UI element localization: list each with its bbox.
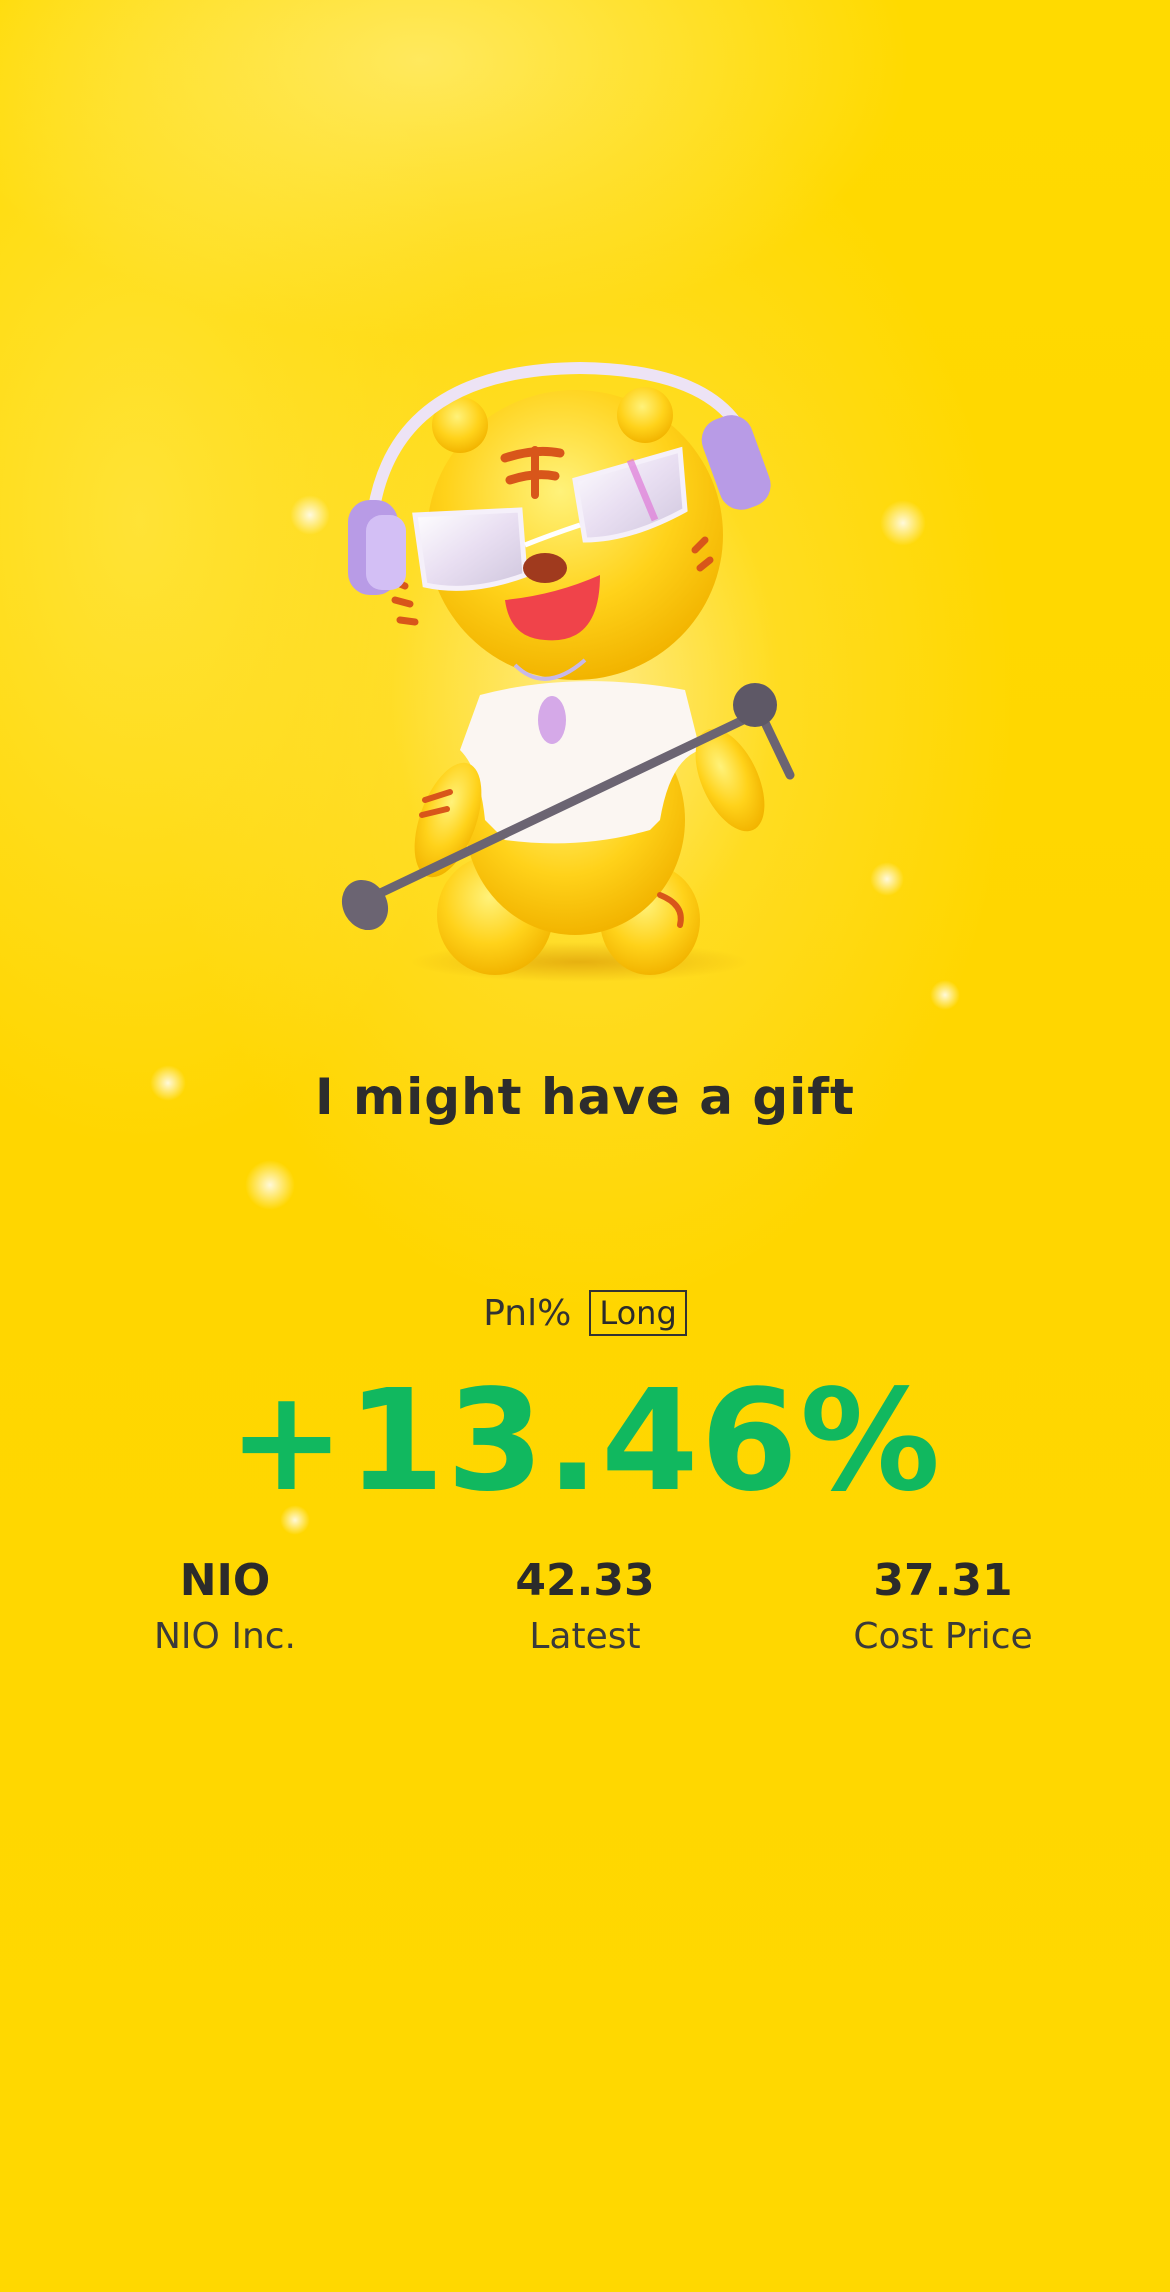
tiger-mascot-illustration xyxy=(341,361,795,982)
pnl-percentage-value: +13.46% xyxy=(227,1360,943,1523)
latest-price-label: Latest xyxy=(529,1616,641,1657)
sparkle-decoration xyxy=(870,862,904,896)
position-type-badge: Long xyxy=(589,1290,687,1337)
headline-text: I might have a gift xyxy=(315,1068,855,1126)
background xyxy=(0,0,1170,2292)
sparkle-decoration xyxy=(290,495,330,535)
cost-price-stat: 37.31 Cost Price xyxy=(763,1555,1123,1657)
stock-name: NIO Inc. xyxy=(154,1616,296,1657)
sparkle-decoration xyxy=(245,1160,295,1210)
sparkle-decoration xyxy=(880,500,926,546)
pnl-header: Pnl% Long xyxy=(0,1290,1170,1337)
stock-symbol: NIO xyxy=(179,1555,271,1606)
pnl-label: Pnl% xyxy=(483,1292,572,1334)
stock-symbol-stat: NIO NIO Inc. xyxy=(45,1555,405,1657)
sparkle-decoration xyxy=(930,980,960,1010)
latest-price-value: 42.33 xyxy=(515,1555,655,1606)
cost-price-label: Cost Price xyxy=(853,1616,1033,1657)
cost-price-value: 37.31 xyxy=(873,1555,1013,1606)
latest-price-stat: 42.33 Latest xyxy=(405,1555,765,1657)
